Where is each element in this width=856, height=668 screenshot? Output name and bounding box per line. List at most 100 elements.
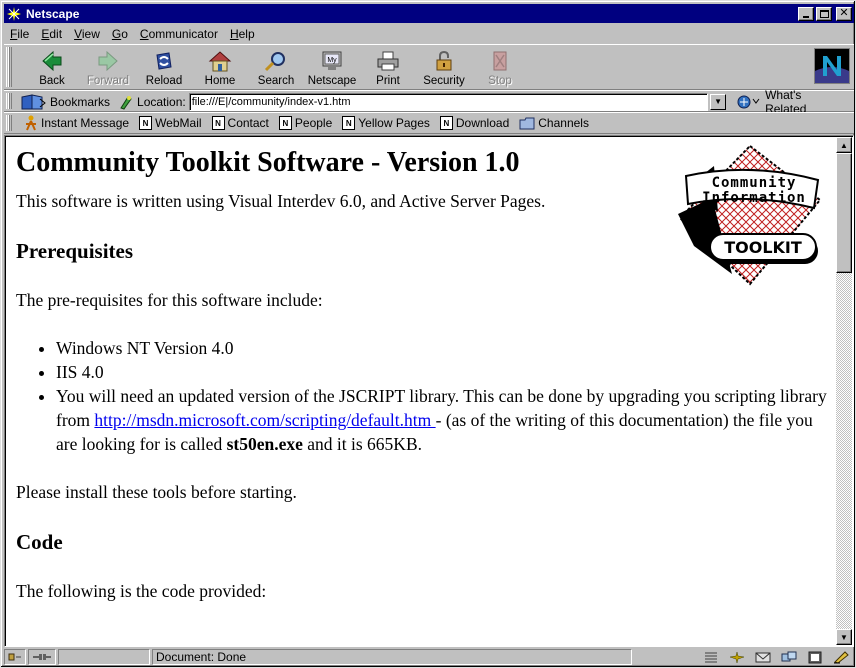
msdn-scripting-link[interactable]: http://msdn.microsoft.com/scripting/defa…	[94, 410, 435, 430]
close-button[interactable]: ✕	[836, 6, 852, 21]
location-toolbar: Bookmarks Location: file:///E|/community…	[4, 88, 854, 116]
search-button[interactable]: Search	[248, 47, 304, 89]
status-bar: Document: Done	[4, 648, 854, 666]
stop-icon	[493, 51, 507, 71]
location-label: Location:	[118, 94, 186, 110]
logo-line-information: Information	[702, 190, 806, 206]
bookmarks-button[interactable]: Bookmarks	[20, 93, 110, 111]
broken-key-icon	[8, 653, 21, 661]
search-icon	[264, 52, 285, 72]
home-label: Home	[204, 75, 236, 87]
home-button[interactable]: Home	[192, 47, 248, 89]
whats-related-icon	[737, 95, 760, 108]
bookmark-page-icon: N	[439, 116, 453, 130]
menu-go[interactable]: Go	[106, 27, 134, 41]
menu-view[interactable]: View	[68, 27, 106, 41]
netscape-n-icon	[815, 49, 849, 83]
offline-plug-icon	[33, 654, 51, 660]
menu-file[interactable]: File	[4, 27, 35, 41]
logo-line-toolkit: TOOLKIT	[724, 238, 802, 257]
jscript-text-end: and it is 665KB.	[302, 434, 422, 454]
close-icon: ✕	[839, 7, 849, 19]
vertical-scrollbar[interactable]: ▲ ▼	[836, 137, 852, 645]
address-book-icon[interactable]	[806, 651, 824, 664]
menu-edit[interactable]: Edit	[35, 27, 68, 41]
download-link[interactable]: N Download	[439, 116, 509, 130]
my-netscape-icon: My	[322, 51, 342, 70]
grip-lines-icon[interactable]	[702, 651, 720, 664]
menu-bar: File Edit View Go Communicator Help	[4, 24, 854, 43]
window-title: Netscape	[26, 6, 80, 21]
toolbar-grip[interactable]	[6, 47, 12, 87]
location-url-text: file:///E|/community/index-v1.htm	[191, 95, 351, 108]
list-item: IIS 4.0	[56, 360, 836, 384]
newsgroups-icon[interactable]	[780, 651, 798, 664]
back-button[interactable]: Back	[24, 47, 80, 89]
content-viewport[interactable]: Community Information TOOLKIT Community …	[4, 135, 854, 647]
community-toolkit-logo: Community Information TOOLKIT	[674, 142, 826, 290]
maximize-button[interactable]	[816, 6, 832, 21]
home-icon	[208, 51, 232, 72]
print-label: Print	[376, 75, 400, 87]
chevron-up-icon: ▲	[840, 140, 848, 150]
forward-button[interactable]: Forward	[80, 47, 136, 89]
webmail-link[interactable]: N WebMail	[139, 116, 202, 130]
title-bar[interactable]: Netscape ✕	[4, 4, 854, 23]
scroll-up-button[interactable]: ▲	[836, 137, 852, 153]
menu-communicator[interactable]: Communicator	[134, 27, 224, 41]
print-button[interactable]: Print	[360, 47, 416, 89]
bookmark-page-icon: N	[278, 116, 292, 130]
instant-message-link[interactable]: Instant Message	[24, 115, 129, 131]
status-text-cell: Document: Done	[152, 649, 632, 665]
toolbar-grip[interactable]	[6, 115, 12, 131]
component-bar	[702, 650, 854, 664]
netscape-throbber-logo[interactable]	[814, 48, 850, 84]
navigation-toolbar: Back Forward Reload Home Search My Netsc…	[4, 44, 854, 90]
web-page: Community Information TOOLKIT Community …	[16, 138, 836, 646]
search-label: Search	[257, 75, 295, 87]
location-url-input[interactable]: file:///E|/community/index-v1.htm	[188, 92, 709, 111]
printer-icon	[377, 51, 399, 71]
reload-icon	[156, 52, 172, 70]
yellow-pages-link[interactable]: N Yellow Pages	[342, 116, 430, 130]
scroll-down-button[interactable]: ▼	[836, 629, 852, 645]
navigator-icon[interactable]	[728, 651, 746, 664]
forward-label: Forward	[86, 75, 130, 87]
bookmarks-label: Bookmarks	[50, 94, 111, 109]
code-heading: Code	[16, 530, 63, 554]
channels-label: Channels	[538, 116, 589, 130]
netscape-label: Netscape	[307, 75, 357, 87]
scrollbar-thumb[interactable]	[836, 153, 852, 273]
composer-icon[interactable]	[832, 650, 850, 664]
back-arrow-icon	[42, 50, 62, 72]
status-text: Document: Done	[156, 650, 247, 664]
code-intro: The following is the code provided:	[16, 581, 267, 601]
security-button[interactable]: Security	[416, 47, 472, 89]
people-link[interactable]: N People	[278, 116, 332, 130]
prerequisites-list: Windows NT Version 4.0 IIS 4.0 You will …	[16, 336, 836, 456]
yellow-pages-label: Yellow Pages	[358, 116, 430, 130]
toolbar-grip[interactable]	[6, 93, 12, 109]
netscape-app-icon	[6, 5, 22, 22]
bookmark-page-icon: N	[211, 116, 225, 130]
maximize-icon	[819, 9, 829, 18]
mail-icon[interactable]	[754, 651, 772, 664]
contact-link[interactable]: N Contact	[211, 116, 269, 130]
minimize-button[interactable]	[798, 6, 814, 21]
stop-button[interactable]: Stop	[472, 47, 528, 89]
netscape-button[interactable]: My Netscape	[304, 47, 360, 89]
menu-help[interactable]: Help	[224, 27, 261, 41]
bookmark-page-icon: N	[139, 116, 153, 130]
prerequisites-intro: The pre-requisites for this software inc…	[16, 290, 323, 310]
instant-message-label: Instant Message	[41, 116, 130, 130]
location-dropdown-button[interactable]: ▼	[710, 93, 727, 110]
channels-link[interactable]: Channels	[519, 116, 589, 130]
reload-button[interactable]: Reload	[136, 47, 192, 89]
install-paragraph: Please install these tools before starti…	[16, 482, 297, 502]
svg-text:My: My	[327, 57, 337, 64]
location-text: Location:	[137, 94, 186, 109]
security-status[interactable]	[4, 649, 26, 665]
instant-message-icon	[26, 115, 36, 131]
logo-line-community: Community	[712, 175, 797, 191]
chevron-down-icon: ▼	[840, 632, 848, 642]
